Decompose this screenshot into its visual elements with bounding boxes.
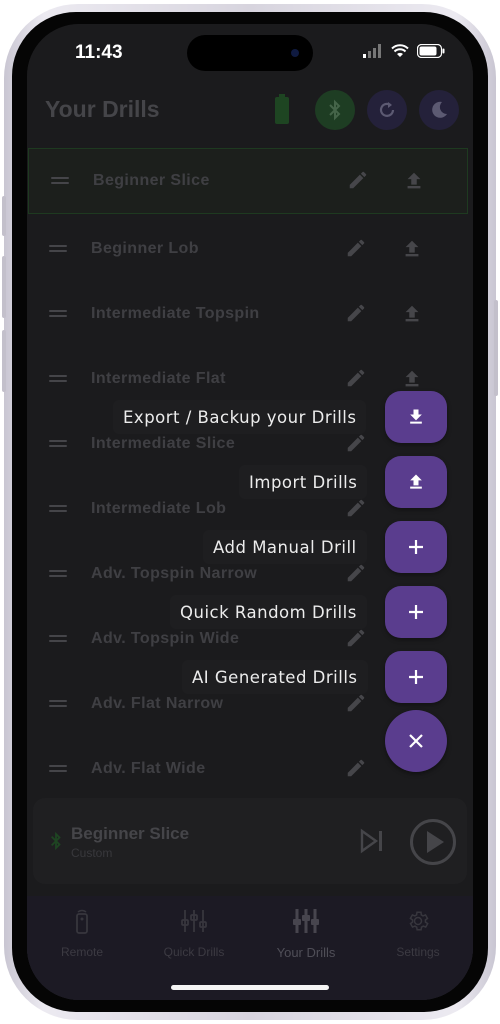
status-time: 11:43 — [75, 42, 123, 63]
add-manual-drill-label[interactable]: Add Manual Drill — [203, 530, 367, 564]
plus-icon — [409, 670, 423, 684]
volume-up-button — [2, 256, 6, 318]
close-fab-button[interactable] — [385, 710, 447, 772]
export-backup-button[interactable] — [385, 391, 447, 443]
import-drills-button[interactable] — [385, 456, 447, 508]
export-backup-label[interactable]: Export / Backup your Drills — [113, 400, 367, 434]
app-screen: 11:43 Your Drills Beginner Slice Beginne… — [27, 24, 473, 1000]
import-drills-label[interactable]: Import Drills — [239, 465, 368, 499]
plus-icon — [409, 605, 423, 619]
wifi-icon — [391, 44, 409, 57]
volume-down-button — [2, 330, 6, 392]
menu-backdrop[interactable] — [27, 24, 473, 1000]
close-icon — [409, 734, 423, 748]
home-indicator — [171, 985, 329, 990]
cellular-signal-icon — [363, 44, 381, 58]
plus-icon — [409, 540, 423, 554]
ai-generated-drills-label[interactable]: AI Generated Drills — [182, 660, 368, 694]
ai-generated-drills-button[interactable] — [385, 651, 447, 703]
battery-status-icon — [417, 44, 445, 58]
mute-switch — [2, 196, 6, 236]
quick-random-drills-button[interactable] — [385, 586, 447, 638]
upload-icon — [410, 474, 422, 489]
download-icon — [410, 409, 422, 424]
dynamic-island — [187, 35, 313, 71]
quick-random-drills-label[interactable]: Quick Random Drills — [170, 595, 367, 629]
add-manual-drill-button[interactable] — [385, 521, 447, 573]
power-button — [494, 300, 498, 396]
